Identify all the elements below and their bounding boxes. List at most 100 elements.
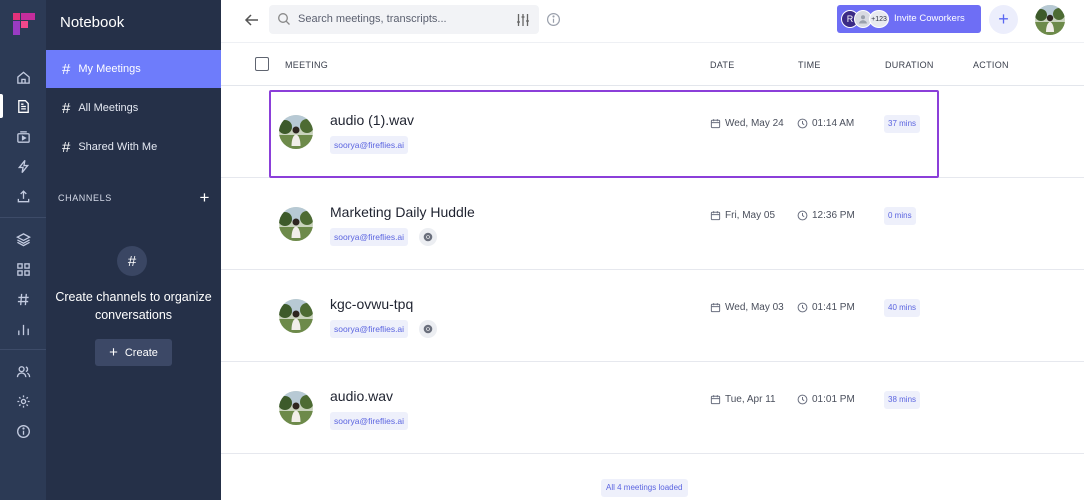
column-action: ACTION — [973, 60, 1009, 70]
icon-rail — [0, 0, 46, 500]
notebook-sidebar: Notebook # My Meetings # All Meetings # … — [46, 0, 221, 500]
plus-icon: + — [109, 344, 118, 361]
organizer-email: soorya@fireflies.ai — [330, 320, 409, 338]
table-header: MEETING DATE TIME DURATION ACTION — [221, 42, 1084, 86]
table-row[interactable]: kgc-ovwu-tpq soorya@fireflies.ai Wed, Ma… — [221, 270, 1084, 362]
rail-divider — [0, 349, 46, 350]
meeting-date-text: Tue, Apr 11 — [725, 394, 776, 405]
meeting-date-text: Wed, May 24 — [725, 118, 784, 129]
upload-icon[interactable] — [11, 184, 35, 208]
info-icon[interactable] — [546, 12, 561, 27]
search-input[interactable]: Search meetings, transcripts... — [298, 13, 447, 25]
meeting-date: Fri, May 05 — [710, 210, 775, 221]
clock-icon — [797, 302, 808, 313]
avatar — [279, 299, 313, 333]
fireflies-logo[interactable] — [12, 12, 36, 36]
organizer-email: soorya@fireflies.ai — [330, 228, 409, 246]
channel-hash-icon: # — [117, 246, 147, 276]
sidebar-item-my-meetings[interactable]: # My Meetings — [46, 50, 221, 88]
rail-divider — [0, 217, 46, 218]
plus-icon: + — [998, 9, 1009, 29]
table-row[interactable]: Marketing Daily Huddle soorya@fireflies.… — [221, 178, 1084, 270]
team-icon[interactable] — [11, 359, 35, 383]
back-arrow-icon[interactable] — [243, 11, 261, 29]
meeting-date: Wed, May 24 — [710, 118, 784, 129]
video-icon[interactable] — [11, 125, 35, 149]
meeting-date-text: Wed, May 03 — [725, 302, 784, 313]
meeting-time-text: 01:14 AM — [812, 118, 855, 129]
meeting-date-text: Fri, May 05 — [725, 210, 776, 221]
meetings-loaded-status: All 4 meetings loaded — [601, 479, 688, 497]
avatar — [279, 115, 313, 149]
meeting-time: 01:14 AM — [797, 118, 854, 129]
column-duration: DURATION — [885, 60, 934, 70]
avatar — [279, 391, 313, 425]
search-icon — [278, 13, 290, 25]
hash-icon: # — [62, 138, 71, 156]
app: Notebook # My Meetings # All Meetings # … — [0, 0, 1084, 500]
meeting-time-text: 01:41 PM — [812, 302, 855, 313]
analytics-icon[interactable] — [11, 317, 35, 341]
table-row[interactable]: audio.wav soorya@fireflies.ai Tue, Apr 1… — [221, 362, 1084, 454]
organizer-email: soorya@fireflies.ai — [330, 412, 409, 430]
meeting-title[interactable]: audio.wav — [330, 388, 393, 404]
column-time: TIME — [798, 60, 821, 70]
hash-icon: # — [62, 60, 71, 78]
column-date: DATE — [710, 60, 735, 70]
filter-icon[interactable] — [515, 12, 531, 28]
meeting-time-text: 01:01 PM — [812, 394, 855, 405]
meeting-title[interactable]: Marketing Daily Huddle — [330, 204, 475, 220]
add-channel-icon[interactable]: + — [199, 189, 210, 206]
duration-badge: 40 mins — [884, 299, 921, 317]
meeting-time: 12:36 PM — [797, 210, 855, 221]
calendar-icon — [710, 211, 721, 221]
column-meeting: MEETING — [285, 60, 329, 70]
meeting-title[interactable]: audio (1).wav — [330, 112, 414, 128]
invite-coworkers-button[interactable]: R +123 Invite Coworkers — [837, 5, 981, 33]
create-channel-label: Create — [124, 346, 158, 359]
sidebar-title: Notebook — [60, 14, 125, 31]
calendar-icon — [710, 303, 721, 313]
meeting-date: Tue, Apr 11 — [710, 394, 776, 405]
layers-icon[interactable] — [11, 227, 35, 251]
sidebar-item-label: All Meetings — [78, 102, 139, 114]
sidebar-item-label: Shared With Me — [78, 141, 158, 153]
table-row[interactable]: audio (1).wav soorya@fireflies.ai Wed, M… — [221, 86, 1084, 178]
calendar-icon — [710, 119, 721, 129]
clock-icon — [797, 210, 808, 221]
hash-icon: # — [62, 99, 71, 117]
clock-icon — [797, 394, 808, 405]
select-all-checkbox[interactable] — [255, 57, 269, 71]
info-icon[interactable] — [11, 419, 35, 443]
search-bar[interactable]: Search meetings, transcripts... — [269, 5, 539, 34]
meeting-title[interactable]: kgc-ovwu-tpq — [330, 296, 413, 312]
meeting-time-text: 12:36 PM — [812, 210, 855, 221]
invite-coworkers-label: Invite Coworkers — [894, 13, 965, 24]
clock-icon — [797, 118, 808, 129]
chrome-icon — [419, 228, 437, 246]
notebook-icon[interactable] — [0, 94, 35, 118]
sidebar-item-all-meetings[interactable]: # All Meetings — [46, 89, 221, 127]
organizer-email: soorya@fireflies.ai — [330, 136, 409, 154]
add-button[interactable]: + — [989, 5, 1018, 34]
calendar-icon — [710, 395, 721, 405]
meeting-time: 01:41 PM — [797, 302, 855, 313]
create-channel-button[interactable]: + Create — [95, 339, 172, 366]
meeting-time: 01:01 PM — [797, 394, 855, 405]
chrome-icon — [419, 320, 437, 338]
meeting-date: Wed, May 03 — [710, 302, 784, 313]
sidebar-item-label: My Meetings — [78, 63, 141, 75]
hash-icon[interactable] — [11, 287, 35, 311]
bolt-icon[interactable] — [11, 154, 35, 178]
duration-badge: 38 mins — [884, 391, 921, 409]
channels-heading: CHANNELS — [58, 193, 112, 203]
user-avatar[interactable] — [1035, 5, 1065, 35]
settings-icon[interactable] — [11, 389, 35, 413]
avatar — [279, 207, 313, 241]
grid-icon[interactable] — [11, 257, 35, 281]
channels-empty-text: Create channels to organize conversation… — [55, 290, 212, 322]
duration-badge: 37 mins — [884, 115, 921, 133]
home-icon[interactable] — [11, 65, 35, 89]
coworker-count-badge: +123 — [869, 10, 889, 28]
sidebar-item-shared-with-me[interactable]: # Shared With Me — [46, 128, 221, 166]
